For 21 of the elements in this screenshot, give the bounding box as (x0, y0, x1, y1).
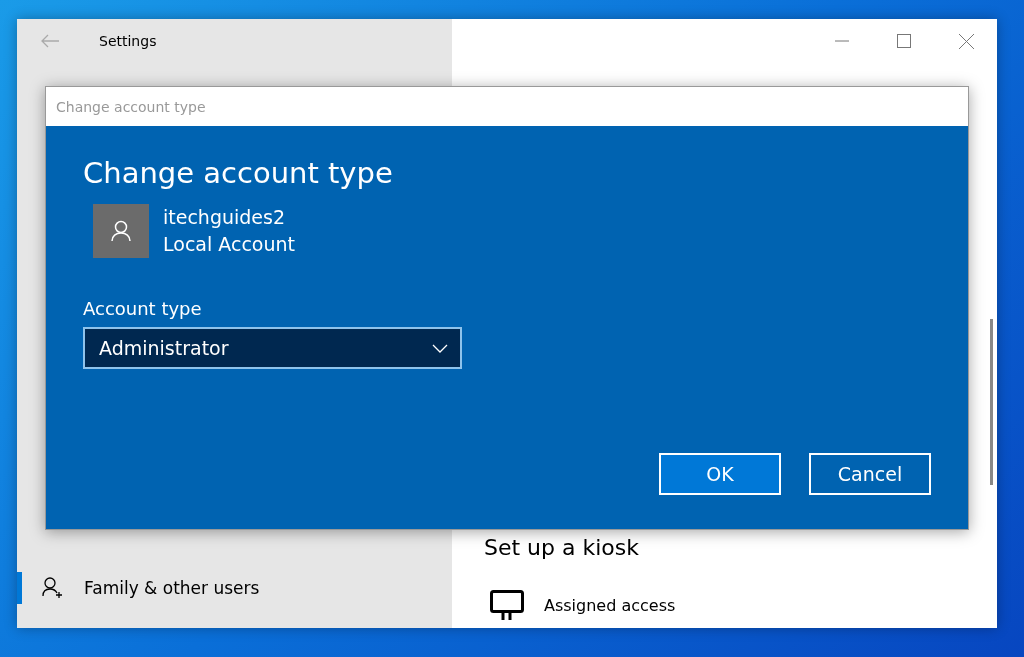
dialog-heading: Change account type (83, 156, 394, 190)
cancel-button[interactable]: Cancel (809, 453, 931, 495)
maximize-icon (897, 34, 911, 48)
back-arrow-icon[interactable] (41, 34, 59, 48)
scrollbar-thumb[interactable] (990, 319, 993, 485)
window-title: Settings (99, 33, 157, 49)
person-icon (111, 220, 131, 242)
monitor-icon (490, 590, 524, 620)
account-kind: Local Account (163, 232, 295, 257)
user-name: itechguides2 (163, 205, 287, 230)
minimize-icon (835, 40, 849, 42)
sidebar-item[interactable]: Family & other users (17, 572, 452, 604)
chevron-down-icon (432, 343, 448, 353)
person-add-icon (42, 577, 64, 599)
section-heading: Set up a kiosk (484, 535, 640, 560)
dialog-title: Change account type (56, 98, 206, 115)
account-type-dropdown[interactable]: Administrator (83, 327, 462, 369)
setting-title[interactable]: Assigned access (544, 595, 676, 615)
field-label: Account type (83, 298, 203, 319)
ok-button[interactable]: OK (659, 453, 781, 495)
close-icon (958, 33, 974, 49)
